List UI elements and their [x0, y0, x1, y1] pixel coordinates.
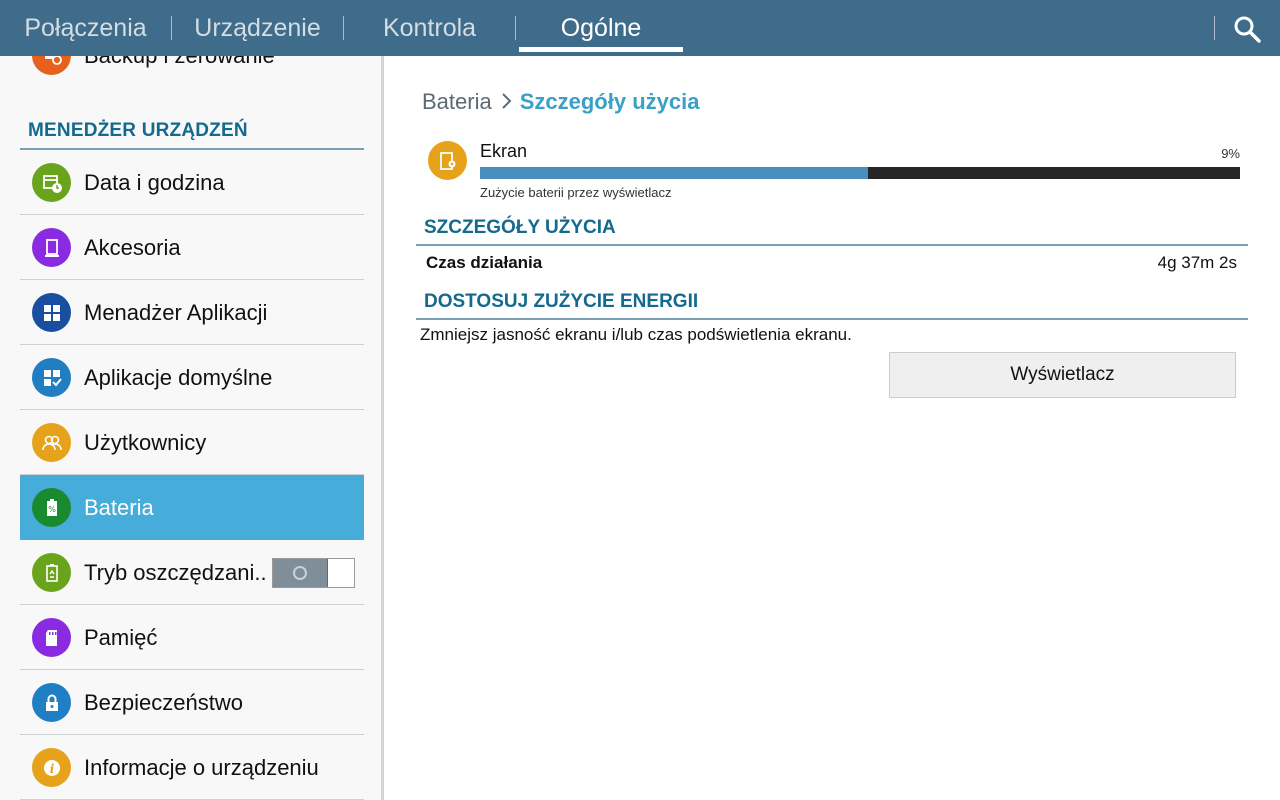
top-tab-bar: Połączenia Urządzenie Kontrola Ogólne — [0, 0, 1280, 56]
tab-separator — [515, 16, 516, 40]
settings-sidebar[interactable]: Backup i zerowanie MENEDŻER URZĄDZEŃ Dat… — [0, 56, 381, 800]
sidebar-item-label: Tryb oszczędzani.. — [84, 560, 267, 585]
sidebar-item-security[interactable]: Bezpieczeństwo — [20, 670, 364, 735]
usage-bar-fill — [480, 167, 868, 179]
info-icon: i — [32, 748, 71, 787]
screen-settings-icon — [428, 141, 467, 180]
usage-percent: 9% — [1221, 146, 1240, 161]
tab-polaczenia[interactable]: Połączenia — [0, 0, 171, 56]
sidebar-item-backup[interactable]: Backup i zerowanie — [20, 56, 364, 84]
sidebar-item-device-info[interactable]: i Informacje o urządzeniu — [20, 735, 364, 800]
calendar-clock-icon — [32, 163, 71, 202]
usage-details-title: SZCZEGÓŁY UŻYCIA — [424, 217, 616, 238]
grid-icon — [32, 293, 71, 332]
usage-bar — [480, 167, 1240, 179]
section-divider — [416, 244, 1248, 246]
sidebar-item-label: Użytkownicy — [84, 430, 207, 455]
toggle-knob — [273, 559, 328, 587]
breadcrumb-parent[interactable]: Bateria — [422, 89, 492, 114]
recycle-icon — [32, 553, 71, 592]
svg-text:i: i — [49, 762, 54, 776]
sidebar-item-users[interactable]: Użytkownicy — [20, 410, 364, 475]
chevron-right-icon — [498, 90, 516, 110]
users-icon — [32, 423, 71, 462]
sidebar-item-label: Akcesoria — [84, 235, 181, 260]
breadcrumb: Bateria Szczegóły użycia — [422, 88, 699, 116]
svg-text:%: % — [48, 505, 56, 514]
detail-key-runtime: Czas działania — [426, 253, 543, 272]
lock-icon — [32, 683, 71, 722]
sidebar-item-label: Pamięć — [84, 625, 158, 650]
sidebar-item-label: Data i godzina — [84, 170, 225, 195]
sd-card-icon — [32, 618, 71, 657]
section-divider — [416, 318, 1248, 320]
backup-icon — [32, 56, 71, 75]
detail-value-runtime: 4g 37m 2s — [1157, 253, 1237, 272]
tab-urzadzenie[interactable]: Urządzenie — [172, 0, 343, 56]
grid-check-icon — [32, 358, 71, 397]
pane-divider — [381, 56, 384, 800]
sidebar-item-default-apps[interactable]: Aplikacje domyślne — [20, 345, 364, 410]
display-settings-button[interactable]: Wyświetlacz — [889, 352, 1236, 398]
sidebar-item-app-manager[interactable]: Menadżer Aplikacji — [20, 280, 364, 345]
adjust-power-title: DOSTOSUJ ZUŻYCIE ENERGII — [424, 291, 699, 312]
battery-icon: % — [32, 488, 71, 527]
tab-separator — [1214, 16, 1215, 40]
tablet-icon — [32, 228, 71, 267]
usage-item-name: Ekran — [480, 141, 528, 161]
sidebar-item-label: Menadżer Aplikacji — [84, 300, 268, 325]
search-icon[interactable] — [1232, 14, 1262, 44]
sidebar-item-label: Bezpieczeństwo — [84, 690, 243, 715]
usage-description: Zużycie baterii przez wyświetlacz — [480, 185, 672, 200]
sidebar-item-label: Backup i zerowanie — [84, 56, 275, 76]
breadcrumb-current: Szczegóły użycia — [519, 89, 700, 114]
sidebar-item-battery[interactable]: % Bateria — [20, 475, 364, 540]
power-saving-toggle[interactable] — [272, 558, 355, 588]
adjust-power-text: Zmniejsz jasność ekranu i/lub czas podśw… — [420, 325, 852, 344]
sidebar-item-label: Bateria — [84, 495, 154, 520]
sidebar-item-accessories[interactable]: Akcesoria — [20, 215, 364, 280]
sidebar-item-label: Aplikacje domyślne — [84, 365, 273, 390]
sidebar-item-date-time[interactable]: Data i godzina — [20, 150, 364, 215]
tab-kontrola[interactable]: Kontrola — [344, 0, 515, 56]
sidebar-item-storage[interactable]: Pamięć — [20, 605, 364, 670]
sidebar-item-power-saving[interactable]: Tryb oszczędzani.. — [20, 540, 364, 605]
active-tab-indicator — [519, 47, 683, 52]
section-header-device-manager: MENEDŻER URZĄDZEŃ — [28, 120, 248, 141]
sidebar-item-label: Informacje o urządzeniu — [84, 755, 319, 780]
